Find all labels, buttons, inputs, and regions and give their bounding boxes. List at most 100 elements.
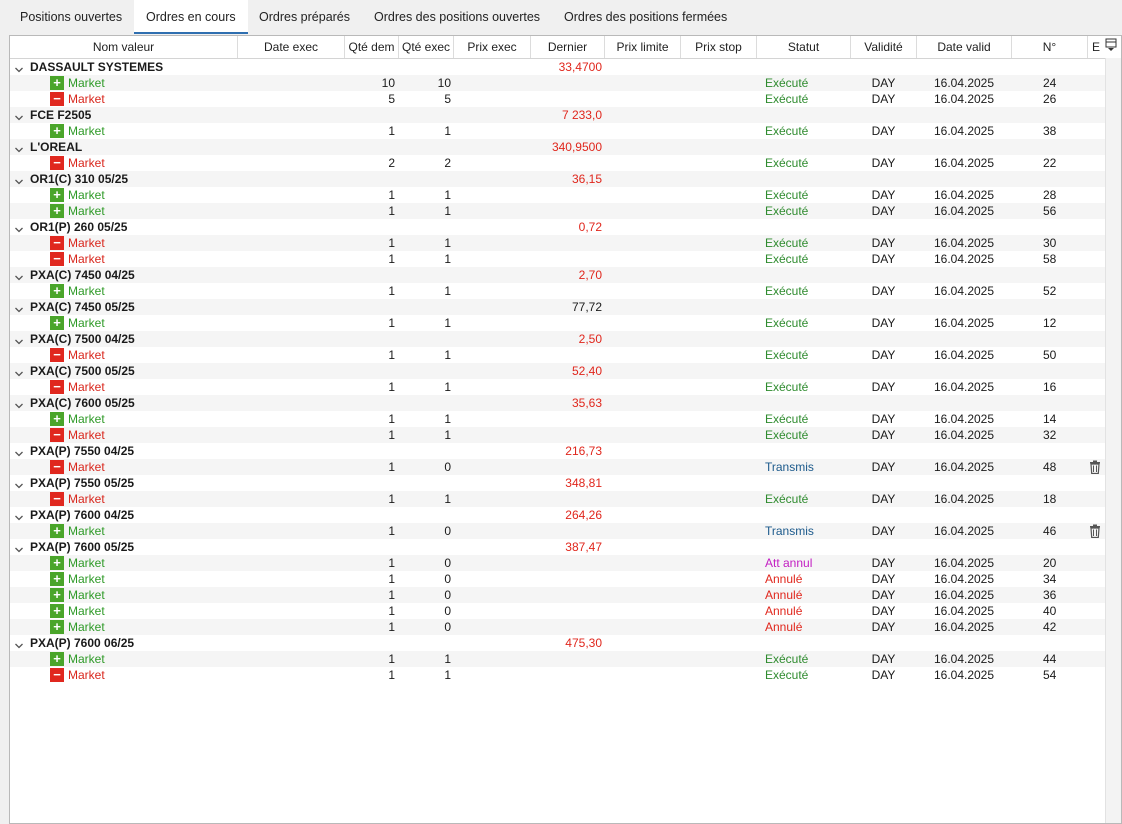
order-row[interactable]: + Market 1 1 Exécuté DAY 16.04.2025 12	[10, 315, 1105, 331]
group-row[interactable]: PXA(C) 7500 04/25 2,50	[10, 331, 1105, 347]
trash-icon[interactable]	[1089, 524, 1103, 539]
tab-ordres-prepares[interactable]: Ordres préparés	[247, 0, 362, 34]
col-header-dernier[interactable]: Dernier	[531, 36, 605, 58]
col-header-qte-exec[interactable]: Qté exec	[399, 36, 454, 58]
chevron-down-icon[interactable]	[15, 302, 23, 313]
group-row[interactable]: PXA(P) 7600 06/25 475,30	[10, 635, 1105, 651]
group-row[interactable]: PXA(C) 7500 05/25 52,40	[10, 363, 1105, 379]
order-number: 48	[1043, 460, 1057, 474]
order-row[interactable]: + Market 1 0 Annulé DAY 16.04.2025 36	[10, 587, 1105, 603]
order-row[interactable]: + Market 1 1 Exécuté DAY 16.04.2025 28	[10, 187, 1105, 203]
col-header-prix-stop[interactable]: Prix stop	[681, 36, 757, 58]
order-row[interactable]: − Market 1 1 Exécuté DAY 16.04.2025 16	[10, 379, 1105, 395]
group-row[interactable]: FCE F2505 7 233,0	[10, 107, 1105, 123]
chevron-down-icon[interactable]	[15, 110, 23, 121]
tab-positions-ouvertes[interactable]: Positions ouvertes	[8, 0, 134, 34]
qty-executed: 0	[444, 524, 451, 538]
order-row[interactable]: − Market 5 5 Exécuté DAY 16.04.2025 26	[10, 91, 1105, 107]
chevron-down-icon[interactable]	[15, 366, 23, 377]
order-date-valid: 16.04.2025	[933, 428, 995, 442]
order-row[interactable]: + Market 1 1 Exécuté DAY 16.04.2025 52	[10, 283, 1105, 299]
chevron-down-icon[interactable]	[15, 334, 23, 345]
group-row[interactable]: PXA(P) 7600 05/25 387,47	[10, 539, 1105, 555]
group-row[interactable]: PXA(P) 7550 05/25 348,81	[10, 475, 1105, 491]
chevron-down-icon[interactable]	[15, 478, 23, 489]
order-status: Exécuté	[765, 668, 809, 682]
chevron-down-icon[interactable]	[15, 638, 23, 649]
chevron-down-icon[interactable]	[15, 542, 23, 553]
chevron-down-icon[interactable]	[15, 398, 23, 409]
order-row[interactable]: − Market 1 1 Exécuté DAY 16.04.2025 50	[10, 347, 1105, 363]
order-row[interactable]: + Market 1 0 Annulé DAY 16.04.2025 42	[10, 619, 1105, 635]
group-row[interactable]: OR1(C) 310 05/25 36,15	[10, 171, 1105, 187]
chevron-down-icon[interactable]	[15, 174, 23, 185]
order-status: Exécuté	[765, 76, 809, 90]
order-status: Exécuté	[765, 284, 809, 298]
tab-ordres-positions-fermees[interactable]: Ordres des positions fermées	[552, 0, 739, 34]
order-row[interactable]: + Market 1 0 Att annul DAY 16.04.2025 20	[10, 555, 1105, 571]
column-chooser-icon[interactable]	[1105, 38, 1118, 54]
order-row[interactable]: + Market 1 1 Exécuté DAY 16.04.2025 38	[10, 123, 1105, 139]
trash-icon[interactable]	[1089, 460, 1103, 475]
qty-executed: 0	[444, 604, 451, 618]
qty-requested: 2	[388, 156, 395, 170]
vertical-scrollbar[interactable]	[1105, 58, 1121, 823]
qty-requested: 1	[388, 460, 395, 474]
last-price: 2,50	[578, 332, 602, 346]
group-row[interactable]: PXA(P) 7550 04/25 216,73	[10, 443, 1105, 459]
tab-ordres-positions-ouvertes[interactable]: Ordres des positions ouvertes	[362, 0, 552, 34]
order-row[interactable]: + Market 1 0 Annulé DAY 16.04.2025 34	[10, 571, 1105, 587]
order-row[interactable]: − Market 1 1 Exécuté DAY 16.04.2025 32	[10, 427, 1105, 443]
group-row[interactable]: PXA(C) 7450 04/25 2,70	[10, 267, 1105, 283]
col-header-prix-exec[interactable]: Prix exec	[454, 36, 531, 58]
order-validity: DAY	[871, 188, 896, 202]
order-row[interactable]: + Market 10 10 Exécuté DAY 16.04.2025 24	[10, 75, 1105, 91]
col-header-qte-dem[interactable]: Qté dem	[345, 36, 399, 58]
group-row[interactable]: L'OREAL 340,9500	[10, 139, 1105, 155]
order-row[interactable]: + Market 1 0 Annulé DAY 16.04.2025 40	[10, 603, 1105, 619]
order-row[interactable]: + Market 1 1 Exécuté DAY 16.04.2025 44	[10, 651, 1105, 667]
order-type: Market	[68, 188, 105, 202]
order-date-valid: 16.04.2025	[933, 524, 995, 538]
order-row[interactable]: − Market 2 2 Exécuté DAY 16.04.2025 22	[10, 155, 1105, 171]
group-row[interactable]: PXA(P) 7600 04/25 264,26	[10, 507, 1105, 523]
chevron-down-icon[interactable]	[15, 510, 23, 521]
qty-requested: 1	[388, 604, 395, 618]
col-header-statut[interactable]: Statut	[757, 36, 851, 58]
col-header-nom[interactable]: Nom valeur	[10, 36, 238, 58]
buy-plus-icon: +	[50, 604, 64, 618]
last-price: 36,15	[571, 172, 602, 186]
qty-requested: 1	[388, 380, 395, 394]
order-validity: DAY	[871, 76, 896, 90]
chevron-down-icon[interactable]	[15, 142, 23, 153]
group-row[interactable]: OR1(P) 260 05/25 0,72	[10, 219, 1105, 235]
col-header-date-exec[interactable]: Date exec	[238, 36, 345, 58]
chevron-down-icon[interactable]	[15, 222, 23, 233]
chevron-down-icon[interactable]	[15, 446, 23, 457]
order-row[interactable]: − Market 1 1 Exécuté DAY 16.04.2025 18	[10, 491, 1105, 507]
order-row[interactable]: − Market 1 1 Exécuté DAY 16.04.2025 54	[10, 667, 1105, 683]
chevron-down-icon[interactable]	[15, 270, 23, 281]
col-header-e[interactable]: E	[1088, 36, 1104, 58]
order-row[interactable]: − Market 1 1 Exécuté DAY 16.04.2025 30	[10, 235, 1105, 251]
instrument-name: OR1(P) 260 05/25	[30, 220, 128, 234]
order-row[interactable]: + Market 1 0 Transmis DAY 16.04.2025 46	[10, 523, 1105, 539]
col-header-validite[interactable]: Validité	[851, 36, 917, 58]
order-number: 36	[1043, 588, 1057, 602]
order-date-valid: 16.04.2025	[933, 460, 995, 474]
group-row[interactable]: PXA(C) 7600 05/25 35,63	[10, 395, 1105, 411]
col-header-date-valid[interactable]: Date valid	[917, 36, 1012, 58]
order-row[interactable]: − Market 1 0 Transmis DAY 16.04.2025 48	[10, 459, 1105, 475]
group-row[interactable]: DASSAULT SYSTEMES 33,4700	[10, 59, 1105, 75]
group-row[interactable]: PXA(C) 7450 05/25 77,72	[10, 299, 1105, 315]
sell-minus-icon: −	[50, 92, 64, 106]
order-row[interactable]: + Market 1 1 Exécuté DAY 16.04.2025 56	[10, 203, 1105, 219]
order-date-valid: 16.04.2025	[933, 492, 995, 506]
qty-requested: 1	[388, 588, 395, 602]
chevron-down-icon[interactable]	[15, 62, 23, 73]
col-header-num[interactable]: N°	[1012, 36, 1088, 58]
col-header-prix-limite[interactable]: Prix limite	[605, 36, 681, 58]
tab-ordres-en-cours[interactable]: Ordres en cours	[134, 0, 248, 34]
order-row[interactable]: + Market 1 1 Exécuté DAY 16.04.2025 14	[10, 411, 1105, 427]
order-row[interactable]: − Market 1 1 Exécuté DAY 16.04.2025 58	[10, 251, 1105, 267]
